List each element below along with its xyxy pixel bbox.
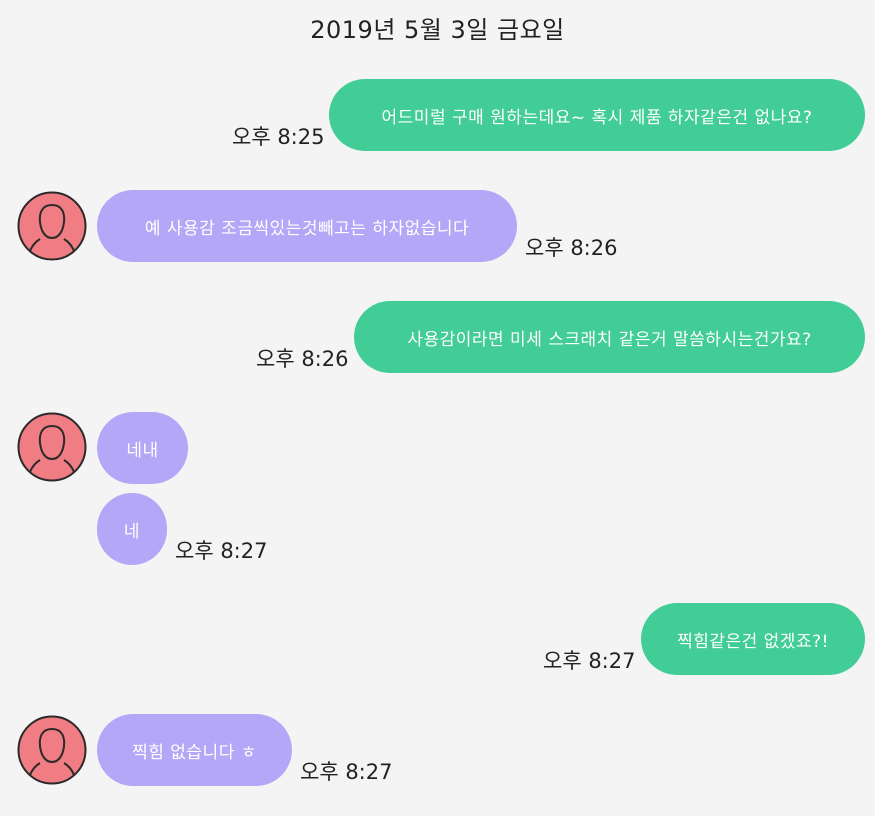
message-timestamp: 오후 8:25 [232, 125, 325, 149]
message-timestamp: 오후 8:26 [256, 347, 349, 371]
sent-message-bubble[interactable]: 어드미럴 구매 원하는데요~ 혹시 제품 하자같은건 없나요? [329, 79, 865, 151]
message-timestamp: 오후 8:27 [543, 649, 636, 673]
default-profile-icon[interactable] [17, 412, 87, 482]
received-message-bubble[interactable]: 네 [97, 493, 167, 565]
received-message-bubble[interactable]: 예 사용감 조금씩있는것빼고는 하자없습니다 [97, 190, 517, 262]
message-timestamp: 오후 8:27 [175, 539, 268, 563]
default-profile-icon[interactable] [17, 715, 87, 785]
date-header: 2019년 5월 3일 금요일 [310, 16, 565, 44]
received-message-bubble[interactable]: 네내 [97, 412, 188, 484]
default-profile-icon[interactable] [17, 191, 87, 261]
received-message-bubble[interactable]: 찍힘 없습니다 ㅎ [97, 714, 292, 786]
sent-message-bubble[interactable]: 사용감이라면 미세 스크래치 같은거 말씀하시는건가요? [354, 301, 865, 373]
message-timestamp: 오후 8:27 [300, 760, 393, 784]
message-timestamp: 오후 8:26 [525, 236, 618, 260]
sent-message-bubble[interactable]: 찍힘같은건 없겠죠?! [641, 603, 865, 675]
